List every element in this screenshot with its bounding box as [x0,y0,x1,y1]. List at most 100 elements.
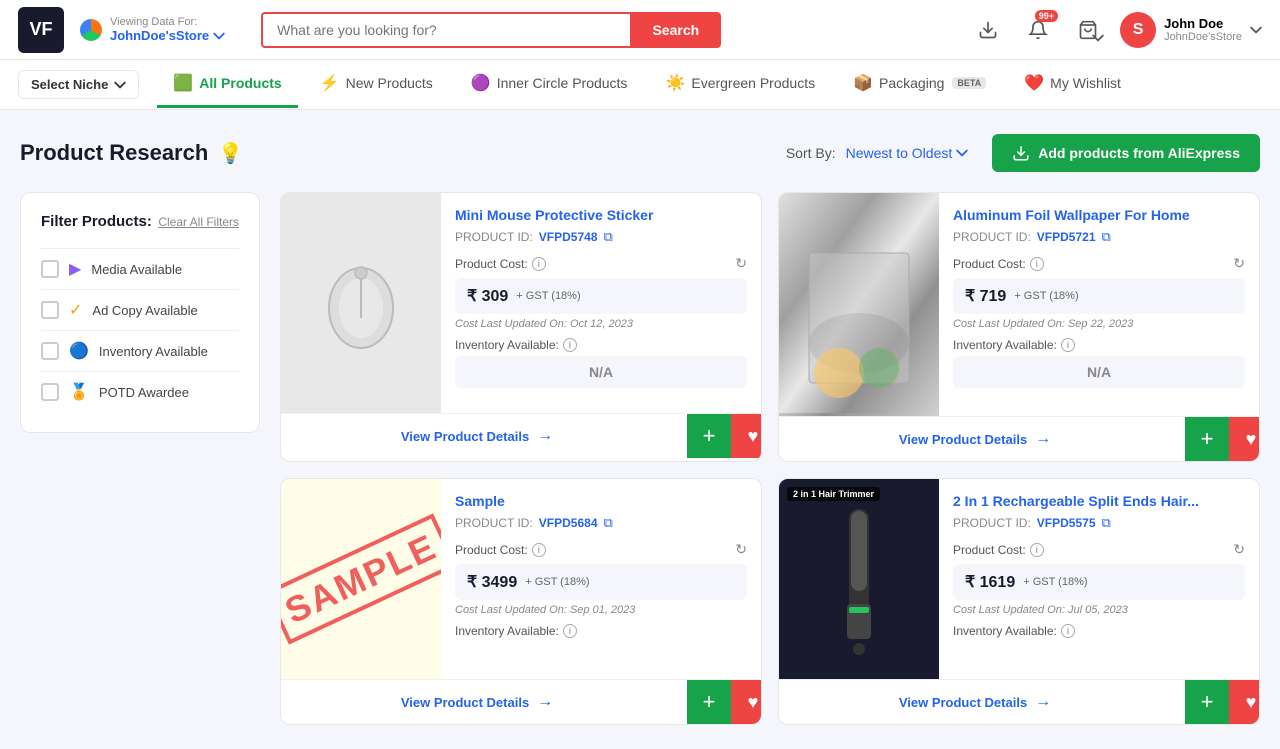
product-id-row-3: PRODUCT ID: VFPD5575 ⧉ [953,515,1245,531]
tab-wishlist-label: My Wishlist [1050,75,1121,91]
card-body-3: 2 In 1 Rechargeable Split Ends Hair... P… [939,479,1259,679]
cost-box-1: ₹ 719 + GST (18%) [953,278,1245,314]
inventory-box-1: N/A [953,356,1245,388]
beta-badge: BETA [952,77,986,89]
add-products-button[interactable]: Add products from AliExpress [992,134,1260,172]
product-name-2[interactable]: Sample [455,493,747,509]
copy-id-button-3[interactable]: ⧉ [1102,515,1111,531]
cart-button[interactable] [1070,12,1106,48]
tab-packaging[interactable]: 📦 Packaging BETA [837,61,1002,108]
bulb-icon: 💡 [218,141,243,166]
chevron-down-icon [213,30,225,42]
add-to-wishlist-button-1[interactable]: ♥ [1229,417,1260,461]
cost-value-3: ₹ 1619 [965,572,1015,592]
cost-label-row-2: Product Cost: i ↻ [455,541,747,558]
filter-inventory[interactable]: 🔵 Inventory Available [41,330,239,371]
cost-section-1: Product Cost: i ↻ ₹ 719 + GST (18%) Cost… [953,255,1245,330]
store-name[interactable]: JohnDoe'sStore [110,28,225,43]
cost-section-3: Product Cost: i ↻ ₹ 1619 + GST (18%) Cos… [953,541,1245,616]
store-name-text: JohnDoe'sStore [110,28,209,43]
add-to-import-button-2[interactable]: + [687,680,731,724]
notification-button[interactable]: 99+ [1020,12,1056,48]
product-name-3[interactable]: 2 In 1 Rechargeable Split Ends Hair... [953,493,1245,509]
inv-info-icon-3[interactable]: i [1061,624,1075,638]
product-name-0[interactable]: Mini Mouse Protective Sticker [455,207,747,223]
add-to-wishlist-button-2[interactable]: ♥ [731,680,762,724]
refresh-button-2[interactable]: ↻ [735,541,747,558]
copy-id-button-1[interactable]: ⧉ [1102,229,1111,245]
refresh-button-1[interactable]: ↻ [1233,255,1245,272]
filter-media-checkbox[interactable] [41,260,59,278]
product-image-0 [281,193,441,413]
view-details-button-2[interactable]: View Product Details → [280,681,687,723]
filter-adcopy[interactable]: ✓ Ad Copy Available [41,289,239,330]
cost-info-icon-3[interactable]: i [1030,543,1044,557]
tab-wishlist[interactable]: ❤️ My Wishlist [1008,61,1137,108]
tab-inner-circle[interactable]: 🟣 Inner Circle Products [455,61,644,108]
view-details-button-1[interactable]: View Product Details → [778,418,1185,460]
sort-select[interactable]: Newest to Oldest [846,145,969,161]
product-id-val-3: VFPD5575 [1037,516,1096,530]
tab-all-products[interactable]: 🟩 All Products [157,61,297,108]
product-id-label-0: PRODUCT ID: [455,230,533,244]
view-details-button-0[interactable]: View Product Details → [280,415,687,457]
cost-label-0: Product Cost: [455,257,528,271]
cost-value-1: ₹ 719 [965,286,1006,306]
copy-id-button-0[interactable]: ⧉ [604,229,613,245]
cost-label-2: Product Cost: [455,543,528,557]
viewing-label: Viewing Data For: [110,16,225,28]
inv-label-row-1: Inventory Available: i [953,338,1245,352]
cost-info-icon-2[interactable]: i [532,543,546,557]
inv-label-row-0: Inventory Available: i [455,338,747,352]
product-card-1: Aluminum Foil Wallpaper For Home PRODUCT… [778,192,1260,462]
inv-info-icon-0[interactable]: i [563,338,577,352]
search-input[interactable] [261,12,630,48]
store-flag-icon [80,19,102,41]
product-image-2: SAMPLE [281,479,441,679]
card-footer-2: View Product Details → + ♥ [280,679,762,724]
filter-adcopy-checkbox[interactable] [41,301,59,319]
add-to-import-button-3[interactable]: + [1185,680,1229,724]
add-to-import-button-0[interactable]: + [687,414,731,458]
refresh-button-0[interactable]: ↻ [735,255,747,272]
cost-info-icon-0[interactable]: i [532,257,546,271]
filter-media[interactable]: ▶ Media Available [41,248,239,289]
card-footer-1: View Product Details → + ♥ [778,416,1260,461]
card-body-1: Aluminum Foil Wallpaper For Home PRODUCT… [939,193,1259,416]
card-inner-2: SAMPLE Sample PRODUCT ID: VFPD5684 ⧉ [281,479,761,679]
product-id-val-2: VFPD5684 [539,516,598,530]
content-layout: Filter Products: Clear All Filters ▶ Med… [20,192,1260,725]
add-to-wishlist-button-0[interactable]: ♥ [731,414,762,458]
product-name-1[interactable]: Aluminum Foil Wallpaper For Home [953,207,1245,223]
niche-select[interactable]: Select Niche [18,70,139,99]
cost-updated-0: Cost Last Updated On: Oct 12, 2023 [455,318,747,330]
refresh-button-3[interactable]: ↻ [1233,541,1245,558]
cost-info-icon-1[interactable]: i [1030,257,1044,271]
add-to-import-button-1[interactable]: + [1185,417,1229,461]
foil-image-inner [779,193,939,416]
tab-new-products[interactable]: ⚡ New Products [304,61,449,108]
download-add-icon [1012,144,1030,162]
clear-filters-button[interactable]: Clear All Filters [158,215,239,229]
product-id-row-0: PRODUCT ID: VFPD5748 ⧉ [455,229,747,245]
media-filter-icon: ▶ [69,259,81,279]
inv-info-icon-2[interactable]: i [563,624,577,638]
filter-inventory-checkbox[interactable] [41,342,59,360]
inv-info-icon-1[interactable]: i [1061,338,1075,352]
download-button[interactable] [970,12,1006,48]
filter-media-label: Media Available [91,262,182,277]
tab-evergreen[interactable]: ☀️ Evergreen Products [649,61,831,108]
filter-header: Filter Products: Clear All Filters [41,213,239,230]
all-products-icon: 🟩 [173,73,193,93]
filter-potd[interactable]: 🏅 POTD Awardee [41,371,239,412]
hair-badge: 2 in 1 Hair Trimmer [787,487,880,501]
copy-id-button-2[interactable]: ⧉ [604,515,613,531]
user-info[interactable]: S John Doe JohnDoe'sStore [1120,12,1262,48]
view-details-button-3[interactable]: View Product Details → [778,681,1185,723]
add-to-wishlist-button-3[interactable]: ♥ [1229,680,1260,724]
gst-text-0: + GST (18%) [516,290,580,302]
cost-label-row-0: Product Cost: i ↻ [455,255,747,272]
search-button[interactable]: Search [630,12,721,48]
filter-potd-checkbox[interactable] [41,383,59,401]
card-inner-1: Aluminum Foil Wallpaper For Home PRODUCT… [779,193,1259,416]
